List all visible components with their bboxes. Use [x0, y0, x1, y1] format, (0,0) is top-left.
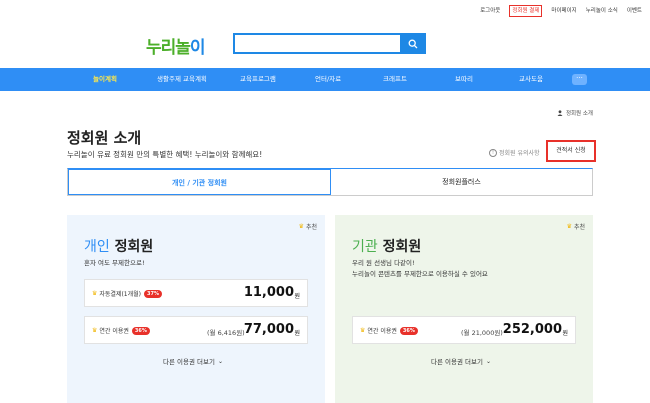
plan-name: 자동결제(1개월) [99, 291, 142, 298]
user-icon [557, 110, 563, 116]
breadcrumb: 정회원 소개 [557, 109, 593, 117]
institution-plan-card: ♛ 추천 기관 정회원 우리 원 선생님 다같이! 누리놀이 콘텐츠를 무제한으로… [335, 215, 593, 403]
breadcrumb-current: 정회원 소개 [565, 111, 593, 117]
plan-name: 연간 이용권 [367, 328, 397, 335]
membership-notice-link[interactable]: ! 정회원 유의사항 [489, 148, 540, 157]
membership-tabs: 개인 / 기관 정회원 정회원플러스 [67, 168, 593, 196]
tab-membership-plus[interactable]: 정회원플러스 [331, 169, 592, 195]
main-nav: 놀이계획 생활주제 교육계획 교육프로그램 언터/자료 크래프트 보따리 교사도… [0, 68, 650, 91]
plan-label: ♛ 자동결제(1개월) 37% [92, 289, 162, 298]
price-unit: 원 [294, 293, 300, 300]
crown-icon: ♛ [566, 223, 572, 230]
more-plans-link[interactable]: 다른 이용권 더보기 ⌄ [431, 356, 492, 367]
search-button[interactable] [400, 33, 426, 54]
discount-badge: 36% [399, 326, 418, 335]
plan-row-annual[interactable]: ♛ 연간 이용권 36% (월 6,416원) 77,000 원 [84, 316, 308, 344]
card-title: 기관 정회원 [352, 236, 421, 256]
top-utility-bar: 로그아웃 정회원 결제 마이페이지 누리놀이 소식 이벤트 [471, 5, 642, 17]
plan-label: ♛ 연간 이용권 36% [360, 326, 418, 335]
search-icon [408, 39, 418, 48]
logo-text-b: 이 [189, 38, 206, 58]
crown-icon: ♛ [360, 327, 366, 334]
card-title-highlight: 개인 [84, 239, 110, 255]
search-input[interactable] [233, 33, 426, 54]
discount-badge: 37% [144, 289, 162, 298]
nav-item-craft[interactable]: 크래프트 [383, 68, 407, 91]
card-title-rest: 정회원 [377, 239, 422, 255]
crown-icon: ♛ [92, 327, 98, 334]
nav-item-teacher-help[interactable]: 교사도움 [519, 68, 543, 91]
membership-payment-link[interactable]: 정회원 결제 [509, 5, 543, 17]
recommend-badge: ♛ 추천 [567, 222, 585, 231]
price-unit: 원 [294, 330, 300, 337]
plan-price: 252,000 [502, 322, 562, 337]
news-link[interactable]: 누리놀이 소식 [586, 6, 618, 16]
site-logo[interactable]: 누리놀이 [146, 33, 206, 58]
quote-request-button[interactable]: 견적서 신청 [546, 140, 596, 162]
mypage-link[interactable]: 마이페이지 [551, 6, 576, 16]
chevron-down-icon: ⌄ [485, 357, 492, 365]
more-plans-link[interactable]: 다른 이용권 더보기 ⌄ [163, 356, 224, 367]
chevron-down-icon: ⌄ [217, 357, 224, 365]
nav-item-program[interactable]: 교육프로그램 [240, 68, 276, 91]
recommend-label: 추천 [573, 224, 585, 231]
recommend-badge: ♛ 추천 [299, 222, 317, 231]
more-plans-label: 다른 이용권 더보기 [163, 358, 215, 366]
info-icon: ! [489, 148, 497, 157]
plan-row-monthly[interactable]: ♛ 자동결제(1개월) 37% 11,000 원 [84, 279, 308, 307]
plan-price: 77,000 [243, 322, 294, 337]
crown-icon: ♛ [92, 290, 98, 297]
crown-icon: ♛ [298, 223, 304, 230]
card-title-rest: 정회원 [109, 239, 154, 255]
nav-item-bundle[interactable]: 보따리 [455, 68, 473, 91]
monthly-equivalent: (월 6,416원) [207, 329, 245, 337]
page-subtitle: 누리놀이 유료 정회원 만의 특별한 혜택! 누리놀이와 함께해요! [67, 150, 263, 159]
nav-item-materials[interactable]: 언터/자료 [315, 68, 341, 91]
tab-individual-institution[interactable]: 개인 / 기관 정회원 [68, 169, 331, 195]
price-unit: 원 [562, 330, 568, 337]
plan-label: ♛ 연간 이용권 36% [92, 326, 150, 335]
discount-badge: 36% [131, 326, 150, 335]
page-title: 정회원 소개 [67, 129, 142, 147]
plan-price: 11,000 [243, 285, 294, 300]
plan-row-annual[interactable]: ♛ 연간 이용권 36% (월 21,000원) 252,000 원 [352, 316, 576, 344]
nav-more-button[interactable]: ··· [572, 74, 587, 85]
logo-text-a: 누리놀 [146, 38, 191, 58]
individual-plan-card: ♛ 추천 개인 정회원 혼자 여도 무제한으로! ♛ 자동결제(1개월) 37% 11… [67, 215, 325, 403]
notice-label: 정회원 유의사항 [499, 150, 540, 157]
nav-item-life-theme[interactable]: 생활주제 교육계획 [157, 68, 207, 91]
event-link[interactable]: 이벤트 [627, 6, 642, 16]
nav-item-play-plan[interactable]: 놀이계획 [93, 68, 117, 91]
card-description: 혼자 여도 무제한으로! [84, 259, 145, 267]
logout-link[interactable]: 로그아웃 [480, 6, 500, 16]
card-description-2: 누리놀이 콘텐츠를 무제한으로 이용하실 수 있어요 [352, 270, 488, 278]
monthly-equivalent: (월 21,000원) [461, 329, 503, 337]
card-title-highlight: 기관 [352, 239, 378, 255]
plan-name: 연간 이용권 [99, 328, 129, 335]
more-plans-label: 다른 이용권 더보기 [431, 358, 483, 366]
card-title: 개인 정회원 [84, 236, 153, 256]
card-description: 우리 원 선생님 다같이! [352, 259, 415, 267]
recommend-label: 추천 [305, 224, 317, 231]
